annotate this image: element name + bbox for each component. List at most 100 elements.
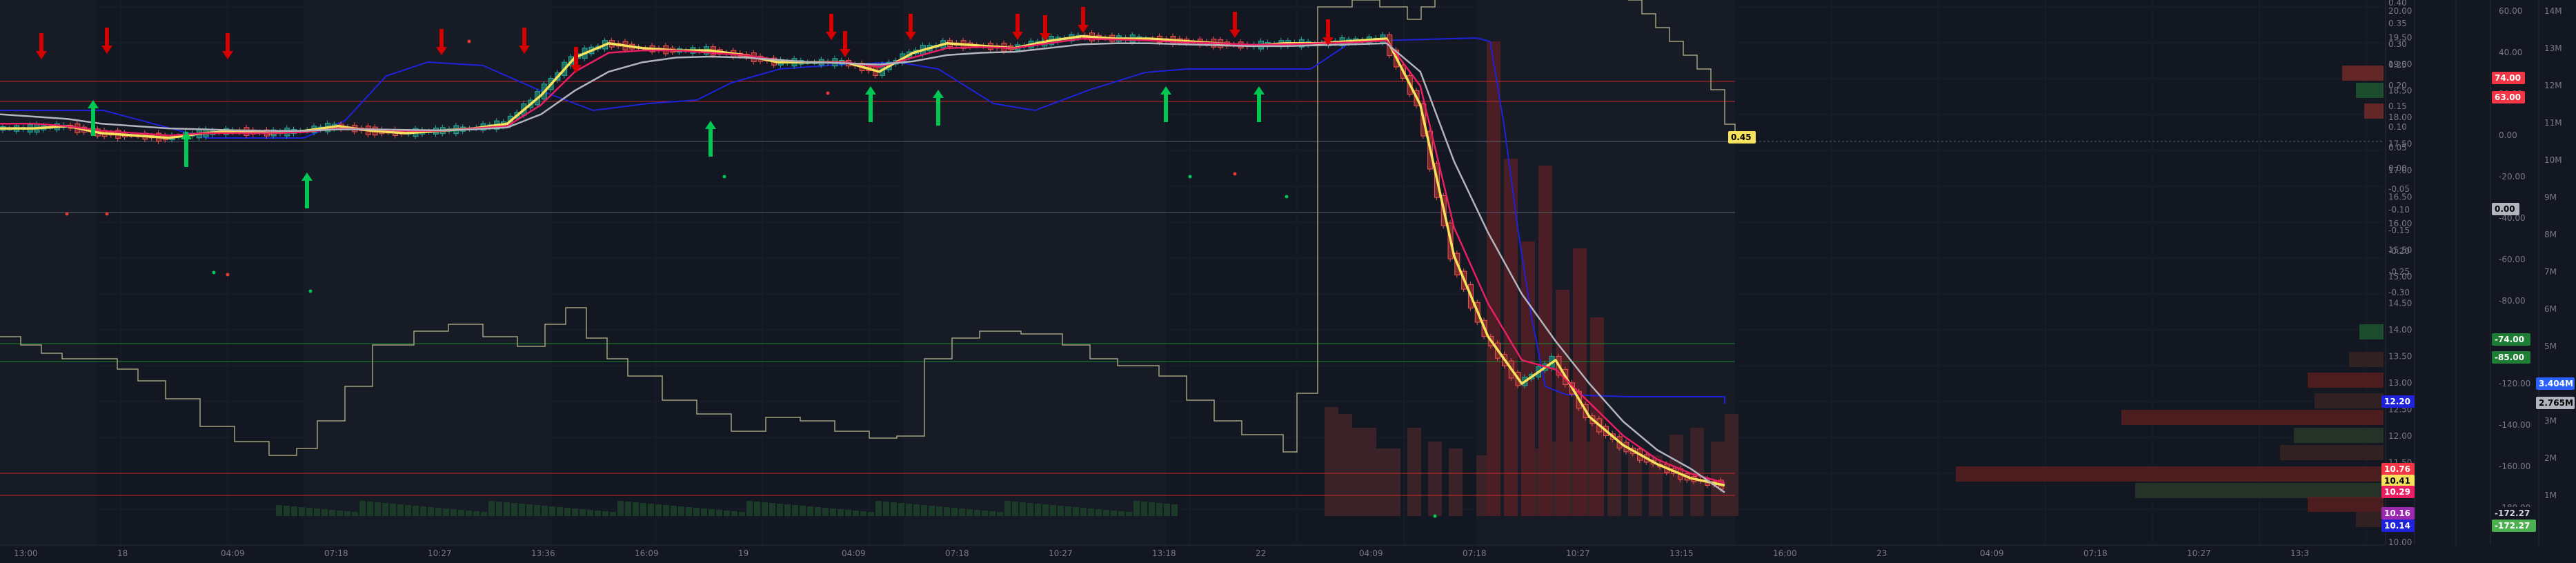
volume-bar — [557, 507, 563, 516]
volume-bar — [951, 508, 958, 516]
price-tag: 63.00 — [2492, 91, 2525, 103]
volume-bar — [686, 507, 692, 516]
profile-bar — [2135, 483, 2384, 498]
volume-bar — [1487, 41, 1500, 516]
price-tick-label: 13.50 — [2388, 352, 2412, 362]
volume-bar — [989, 511, 995, 516]
volume-bar — [481, 512, 487, 516]
price-tag: 74.00 — [2492, 72, 2525, 84]
signal-dot — [1285, 195, 1289, 199]
price-tag: -172.27 — [2492, 507, 2536, 520]
volume-bar — [291, 506, 297, 516]
volume-bar — [974, 510, 980, 516]
indicator-tick-label: 0.00 — [2499, 130, 2517, 140]
volume-bar — [1103, 510, 1109, 516]
signal-dot — [105, 212, 109, 216]
profile-bar — [2315, 393, 2384, 408]
x-tick-label: 10:27 — [1566, 549, 1590, 558]
volume-tick-label: 2M — [2544, 453, 2557, 463]
price-tag-label: 10.14 — [2384, 521, 2410, 531]
price-tag: 10.14 — [2381, 520, 2415, 532]
volume-bar — [337, 511, 343, 516]
volume-bar — [1096, 509, 1102, 516]
volume-bar — [807, 506, 813, 516]
indicator-tick-label: -80.00 — [2499, 296, 2526, 306]
volume-bar — [1065, 506, 1071, 516]
indicator-tick-label: -20.00 — [2499, 172, 2526, 181]
x-tick-label: 13:15 — [1670, 549, 1694, 558]
volume-bar — [1556, 290, 1569, 516]
x-tick-label: 04:09 — [1359, 549, 1383, 558]
volume-bar — [1156, 503, 1162, 516]
volume-tick-label: 8M — [2544, 230, 2557, 239]
profile-bar — [2359, 324, 2384, 339]
volume-bar — [860, 511, 866, 516]
profile-bar — [2364, 103, 2384, 119]
volume-tick-label: 1M — [2544, 491, 2557, 500]
volume-bar — [883, 502, 889, 516]
x-tick-label: 13:36 — [531, 549, 555, 558]
volume-tick-label: 12M — [2544, 81, 2562, 90]
volume-bar — [648, 504, 654, 516]
volume-bar — [382, 503, 388, 516]
price-tag-label: 10.76 — [2384, 464, 2410, 474]
volume-bar — [1338, 414, 1352, 516]
volume-bar — [466, 511, 472, 516]
profile-bar — [1956, 466, 2384, 482]
price-tag: -74.00 — [2492, 333, 2530, 346]
volume-bar — [1607, 442, 1621, 516]
volume-bar — [1012, 502, 1018, 516]
volume-bar — [306, 508, 313, 516]
price-tick-label: 17.00 — [2388, 166, 2412, 175]
profile-bar — [2356, 512, 2384, 527]
price-tag-label: -74.00 — [2495, 335, 2524, 344]
volume-bar — [375, 502, 381, 516]
volume-bar — [496, 502, 502, 516]
volume-bar — [959, 508, 965, 516]
price-tag-label: 74.00 — [2495, 73, 2521, 83]
volume-bar — [701, 508, 707, 516]
price-tick-label: 14.00 — [2388, 325, 2412, 335]
indicator-tick-label: 40.00 — [2499, 48, 2522, 57]
indicator-tick-label: 60.00 — [2499, 6, 2522, 16]
volume-bar — [693, 508, 700, 516]
trading-chart[interactable]: 13:00 18 04:09 07:18 10:27 13:36 16:09 19 04:09 0… — [0, 0, 2576, 563]
x-tick-label: 04:09 — [842, 549, 866, 558]
price-tag: 3.404M — [2536, 377, 2575, 390]
x-tick-label: 10:27 — [1049, 549, 1073, 558]
volume-bar — [1373, 448, 1387, 516]
volume-bar — [875, 501, 882, 516]
x-tick-label: 07:18 — [1463, 549, 1487, 558]
volume-bar — [891, 502, 897, 516]
volume-bar — [1020, 502, 1026, 516]
volume-bar — [276, 505, 282, 516]
volume-bar — [1050, 505, 1056, 516]
volume-bar — [838, 509, 844, 516]
volume-bar — [1004, 501, 1011, 516]
price-tag-label: 12.20 — [2384, 397, 2410, 406]
x-tick-label: 16:09 — [635, 549, 659, 558]
volume-bar — [1725, 414, 1738, 516]
volume-tick-label: 9M — [2544, 192, 2557, 202]
volume-bar — [1058, 506, 1064, 516]
volume-bar — [1141, 502, 1147, 516]
signal-dot — [226, 273, 230, 277]
price-tick-label: 15.00 — [2388, 272, 2412, 282]
price-tag-label: -85.00 — [2495, 353, 2524, 362]
volume-bar — [944, 507, 950, 516]
price-tick-label: 18.00 — [2388, 112, 2412, 122]
volume-bar — [329, 510, 335, 516]
volume-bar — [299, 507, 305, 516]
volume-bar — [488, 501, 495, 516]
price-tag: 0.45 — [1728, 131, 1756, 144]
volume-bar — [428, 507, 434, 516]
x-tick-label: 19 — [738, 549, 749, 558]
price-tick-label: 16.50 — [2388, 192, 2412, 202]
x-tick-label: 04:09 — [221, 549, 245, 558]
price-tag-label: 10.29 — [2384, 487, 2410, 497]
volume-bar — [284, 506, 290, 516]
volume-bar — [450, 509, 457, 516]
price-tag: 10.29 — [2381, 486, 2415, 498]
oscillator-tick-label: 0.15 — [2388, 101, 2407, 111]
indicator-tick-label: -60.00 — [2499, 255, 2526, 264]
